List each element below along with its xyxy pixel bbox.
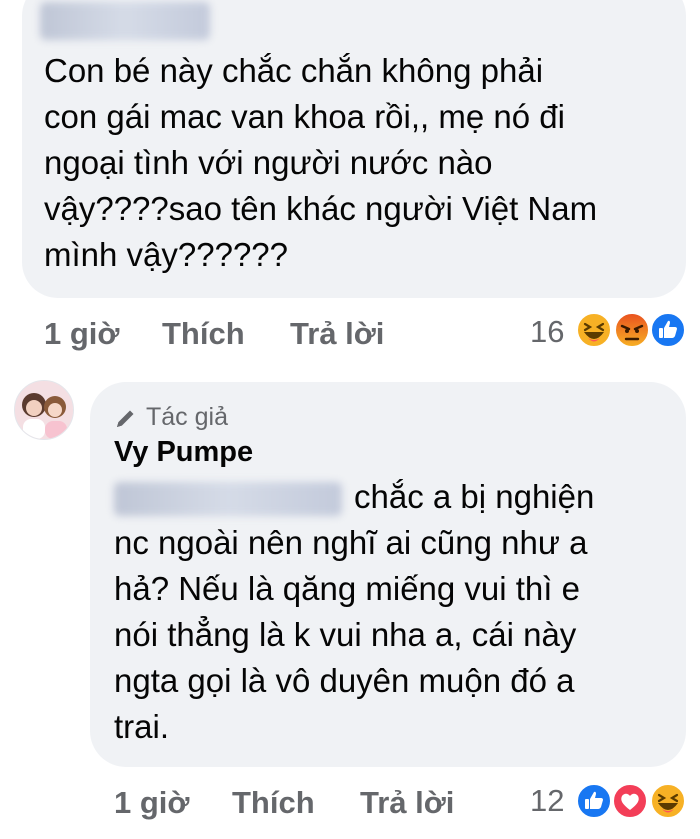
author-badge-label: Tác giả <box>146 403 228 431</box>
redacted-mention[interactable] <box>114 482 342 516</box>
avatar[interactable] <box>14 380 74 440</box>
reaction-count[interactable]: 16 <box>530 314 564 350</box>
reaction-count[interactable]: 12 <box>530 783 564 819</box>
comment-text: nc ngoài nên nghĩ ai cũng như a hả? Nếu … <box>114 524 588 745</box>
comment-text-first-line: chắc a bị nghiện <box>354 478 595 515</box>
reply-button[interactable]: Trả lời <box>290 316 384 352</box>
like-button[interactable]: Thích <box>162 316 245 352</box>
author-name[interactable]: Vy Pumpe <box>114 436 253 469</box>
pencil-icon <box>117 410 134 427</box>
author-badge: Tác giả <box>114 403 228 432</box>
like-thumb-icon[interactable] <box>650 312 686 348</box>
like-thumb-icon[interactable] <box>576 783 612 819</box>
redacted-author-name <box>40 2 210 40</box>
haha-emoji-icon[interactable] <box>576 312 612 348</box>
reply-button[interactable]: Trả lời <box>360 785 454 821</box>
comment-time: 1 giờ <box>44 316 120 351</box>
like-button[interactable]: Thích <box>232 785 315 821</box>
comment-text: Con bé này chắc chắn không phải con gái … <box>44 52 598 273</box>
angry-emoji-icon[interactable] <box>614 312 650 348</box>
comment-time: 1 giờ <box>114 785 190 820</box>
love-heart-icon[interactable] <box>612 783 648 819</box>
haha-emoji-icon[interactable] <box>650 783 686 819</box>
